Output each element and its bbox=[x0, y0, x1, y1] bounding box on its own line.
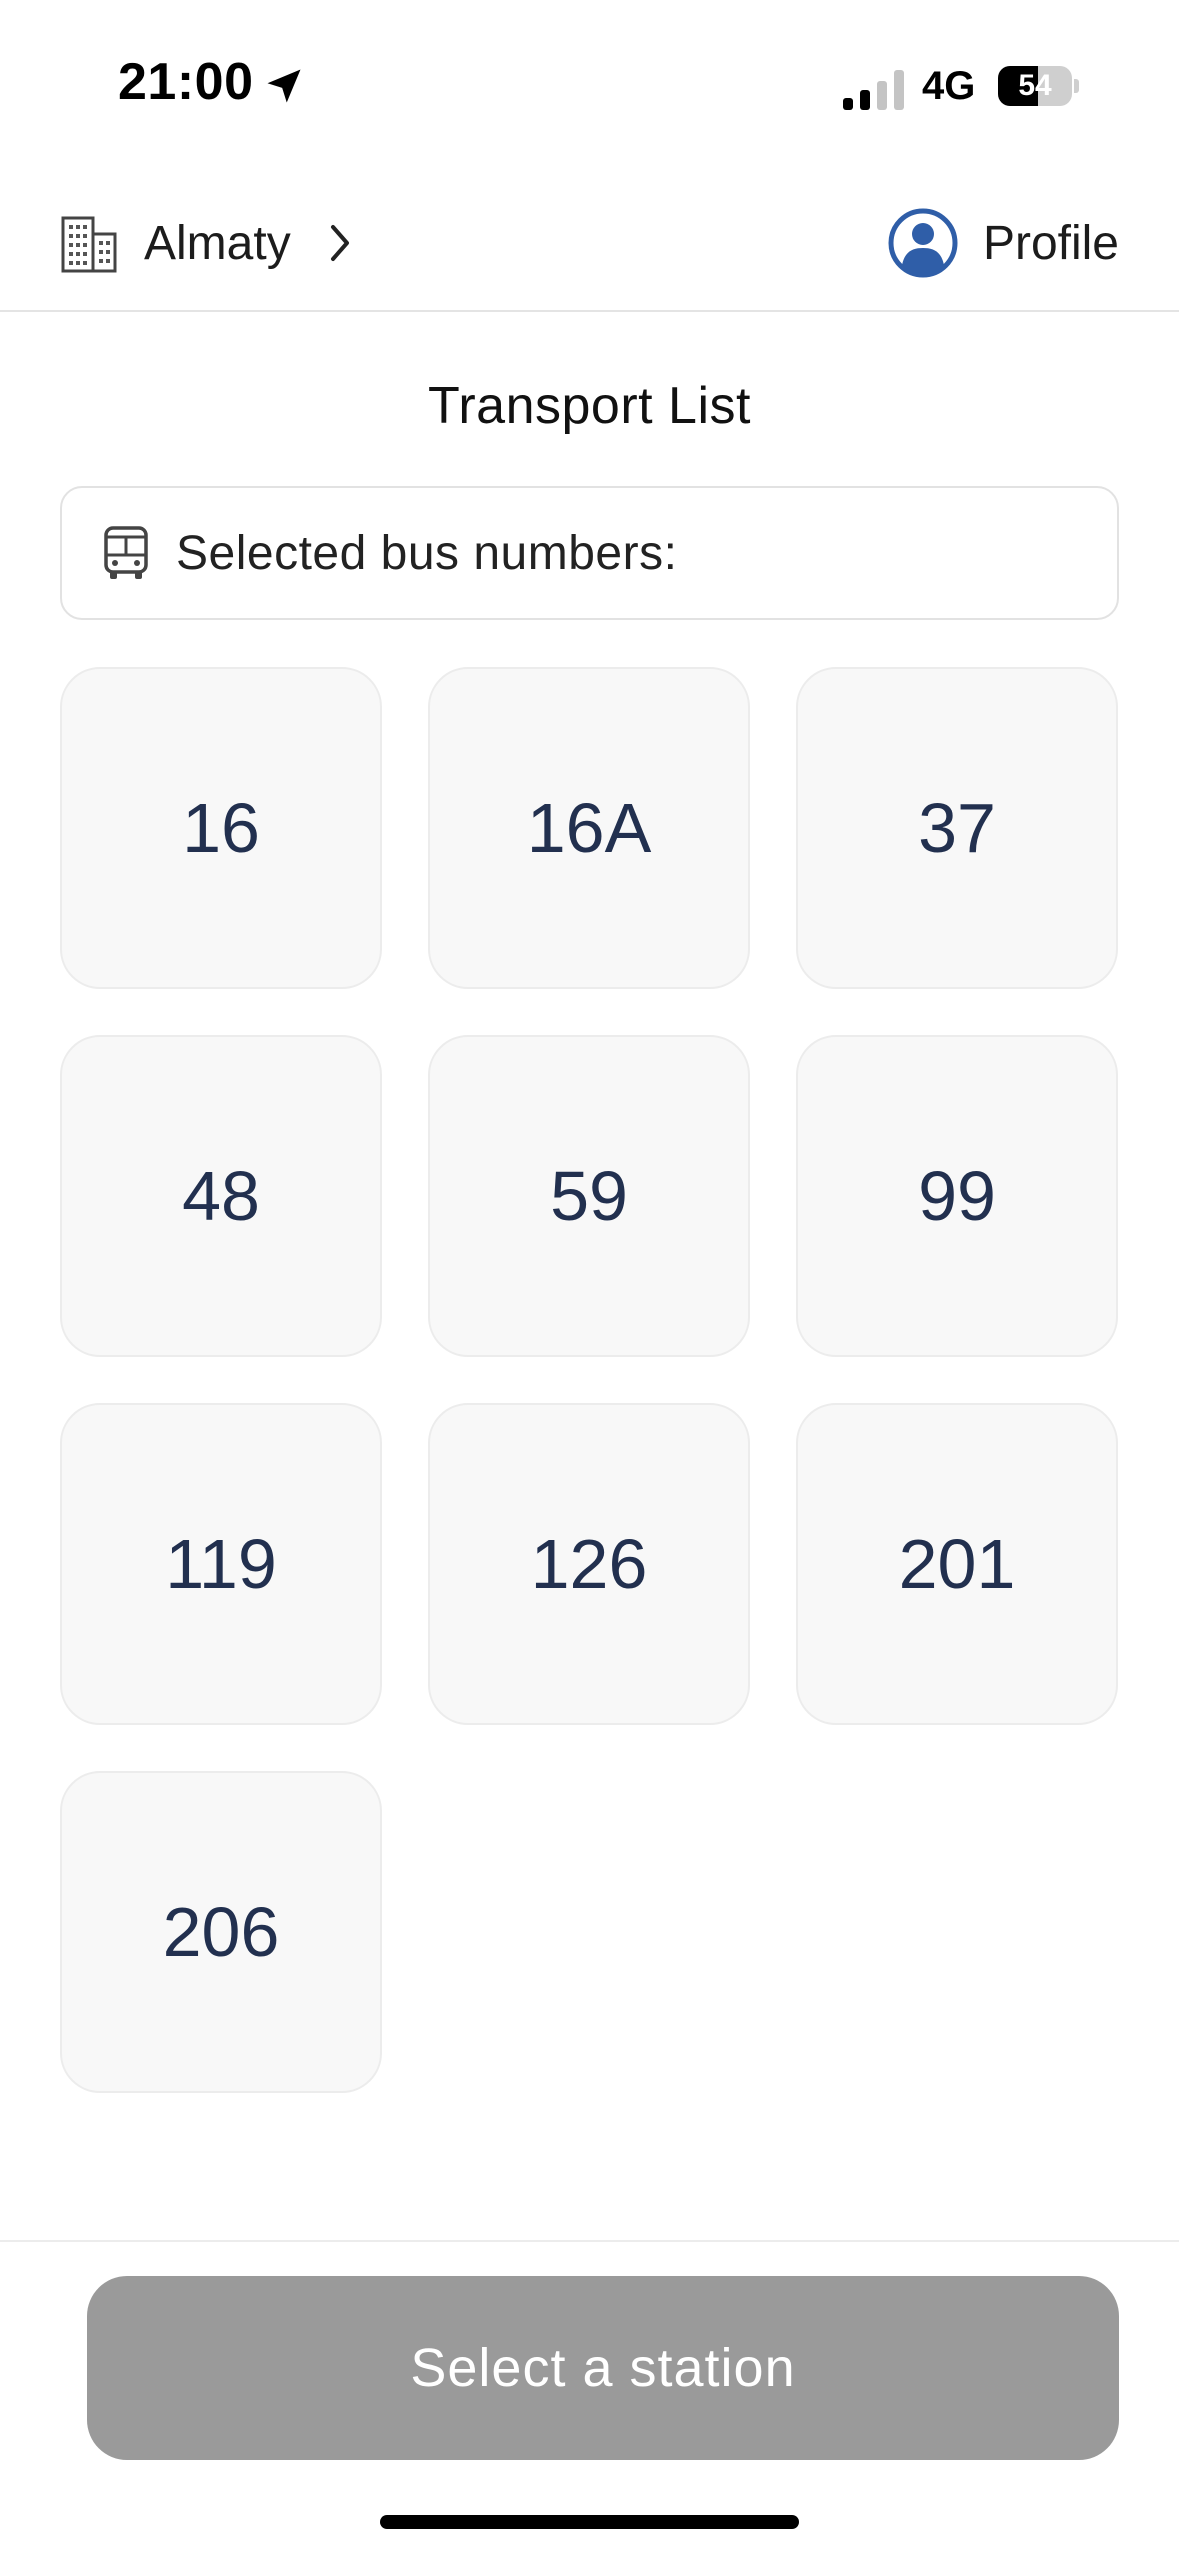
bus-tile[interactable]: 201 bbox=[796, 1403, 1118, 1725]
selected-bus-numbers-field: Selected bus numbers: bbox=[60, 486, 1119, 620]
signal-bar bbox=[894, 70, 904, 110]
select-station-button[interactable]: Select a station bbox=[87, 2276, 1119, 2460]
battery-percent: 54 bbox=[1018, 69, 1052, 102]
bottom-divider bbox=[0, 2240, 1179, 2242]
status-time: 21:00 bbox=[118, 53, 254, 111]
home-indicator[interactable] bbox=[380, 2515, 799, 2529]
profile-button[interactable]: Profile bbox=[887, 208, 1119, 278]
selected-bus-label: Selected bus numbers: bbox=[176, 526, 678, 580]
bus-tile[interactable]: 37 bbox=[796, 667, 1118, 989]
signal-bar bbox=[877, 81, 887, 110]
city-name: Almaty bbox=[144, 216, 291, 270]
bus-icon bbox=[104, 526, 148, 579]
screen: 21:00 4G 54 Almaty Profile Transport Lis… bbox=[0, 0, 1179, 2556]
signal-bar bbox=[843, 98, 853, 110]
bus-tile[interactable]: 16 bbox=[60, 667, 382, 989]
bus-tile[interactable]: 16A bbox=[428, 667, 750, 989]
battery-icon: 54 bbox=[998, 66, 1079, 106]
building-icon bbox=[61, 216, 117, 273]
network-type: 4G bbox=[922, 64, 976, 108]
user-circle-icon bbox=[888, 208, 958, 278]
top-nav: Almaty Profile bbox=[0, 190, 1179, 312]
bus-tile[interactable]: 48 bbox=[60, 1035, 382, 1357]
status-bar: 21:00 4G 54 bbox=[0, 0, 1179, 170]
bus-tile[interactable]: 59 bbox=[428, 1035, 750, 1357]
location-arrow-icon bbox=[267, 69, 301, 103]
bus-tile[interactable]: 99 bbox=[796, 1035, 1118, 1357]
signal-bar bbox=[860, 90, 870, 110]
chevron-right-icon bbox=[330, 225, 349, 261]
bus-tile[interactable]: 119 bbox=[60, 1403, 382, 1725]
bus-tile[interactable]: 206 bbox=[60, 1771, 382, 2093]
page-title: Transport List bbox=[428, 377, 751, 435]
bus-tile[interactable]: 126 bbox=[428, 1403, 750, 1725]
city-selector[interactable]: Almaty bbox=[60, 208, 355, 278]
signal-icon bbox=[843, 70, 904, 110]
profile-label: Profile bbox=[982, 216, 1119, 270]
